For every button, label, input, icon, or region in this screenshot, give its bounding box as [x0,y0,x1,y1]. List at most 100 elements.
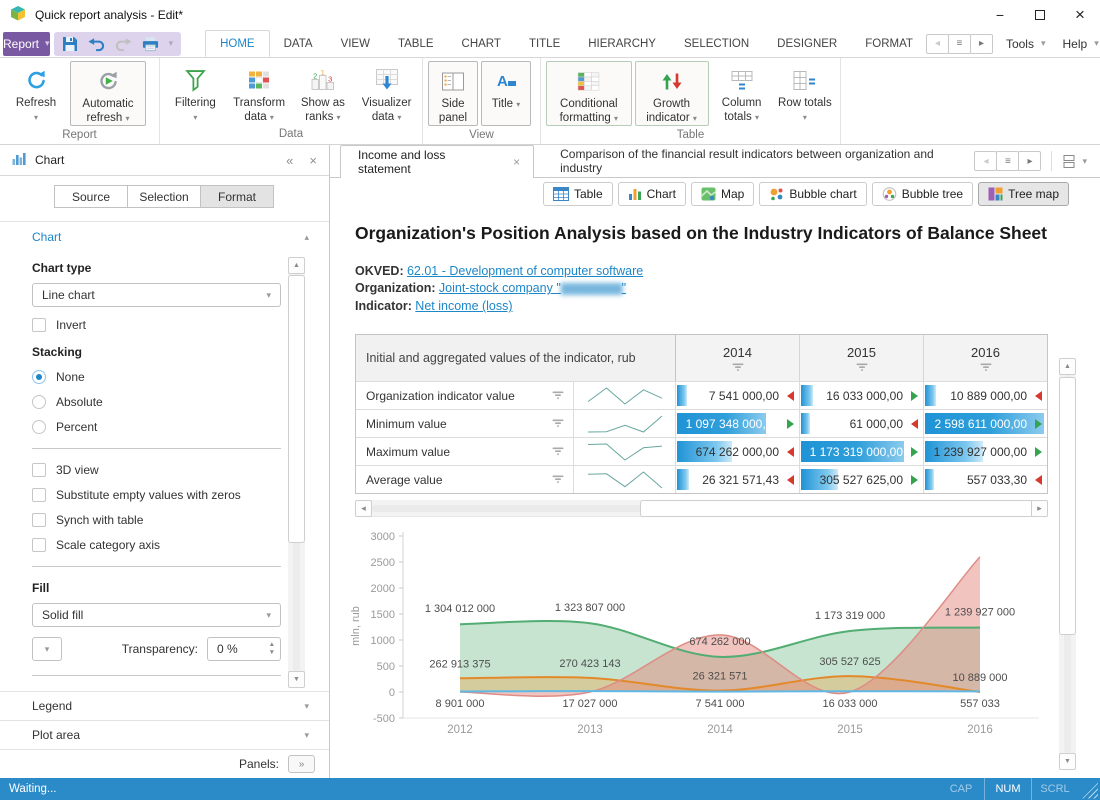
panel-tab-selection[interactable]: Selection [127,185,201,208]
scroll-down-button[interactable]: ▼ [288,671,305,688]
close-panel-icon[interactable]: × [309,153,317,168]
organization-link[interactable]: Joint-stock company "██████████" [439,281,626,295]
scale-category-axis-checkbox[interactable]: Scale category axis [32,538,281,552]
panel-tab-format[interactable]: Format [200,185,274,208]
filtering-button[interactable]: Filtering▾ [165,61,226,125]
fill-color-dropdown[interactable]: ▾ [32,637,62,661]
side-panel-button[interactable]: Side panel [428,61,478,126]
stacking-absolute-radio[interactable]: Absolute [32,395,281,409]
title-button[interactable]: A Title ▾ [481,61,531,126]
minimize-button[interactable]: − [980,0,1020,30]
invert-checkbox[interactable]: Invert [32,318,281,332]
resize-grip[interactable] [1082,783,1098,799]
column-totals-button[interactable]: Column totals ▾ [712,61,772,126]
tab-hierarchy[interactable]: HIERARCHY [574,30,670,57]
tab-designer[interactable]: DESIGNER [763,30,851,57]
refresh-button[interactable]: Refresh▾ [5,61,67,126]
maximize-button[interactable] [1020,0,1060,30]
tab-format[interactable]: FORMAT [851,30,927,57]
scroll-right-button[interactable]: ▸ [1031,500,1048,517]
scroll-up-button[interactable]: ▲ [1059,358,1076,375]
visualizer-data-button[interactable]: Visualizer data ▾ [356,61,417,125]
close-tab-icon[interactable]: × [513,155,520,169]
save-button[interactable] [62,36,78,52]
filter-icon[interactable] [552,419,564,428]
report-menu-button[interactable]: Report ▾ [3,32,50,56]
document-area: Income and loss statement × Comparison o… [330,145,1100,778]
document-scrollbar[interactable]: ▲ ▼ [1059,358,1076,770]
view-bubble-tree-button[interactable]: Bubble tree [872,182,973,206]
transparency-stepper[interactable]: 0 % ▲▼ [207,637,281,661]
table-header-2014[interactable]: 2014 [676,335,800,381]
panel-scrollbar[interactable]: ▲ ▼ [288,257,305,688]
view-table-button[interactable]: Table [543,182,613,206]
tab-home[interactable]: HOME [205,30,270,57]
undo-button[interactable] [88,35,105,52]
view-tree-map-button[interactable]: Tree map [978,182,1069,206]
scrollbar-thumb[interactable] [288,275,305,543]
growth-indicator-button[interactable]: Growth indicator ▾ [635,61,709,126]
stacking-percent-radio[interactable]: Percent [32,420,281,434]
spin-down-icon[interactable]: ▼ [269,649,275,657]
tab-view[interactable]: VIEW [327,30,384,57]
chart-type-select[interactable]: Line chart ▾ [32,283,281,307]
tools-menu[interactable]: Tools▾ [1002,37,1050,51]
tab-table[interactable]: TABLE [384,30,448,57]
nav-menu-button[interactable]: ≡ [948,34,971,54]
tab-nav-menu-button[interactable]: ≡ [996,151,1019,171]
nav-right-button[interactable]: ▸ [970,34,993,54]
doc-tab-comparison[interactable]: Comparison of the financial result indic… [534,145,975,177]
synch-with-table-label: Synch with table [56,513,143,527]
transform-data-button[interactable]: Transform data ▾ [229,61,290,125]
tab-data[interactable]: DATA [270,30,327,57]
collapse-panel-icon[interactable]: « [286,153,293,168]
tab-chart[interactable]: CHART [448,30,515,57]
indicator-link[interactable]: Net income (loss) [415,299,512,313]
print-button[interactable] [142,36,159,52]
scroll-up-button[interactable]: ▲ [288,257,305,274]
section-header-legend[interactable]: Legend▾ [0,691,329,720]
table-header-2016[interactable]: 2016 [924,335,1047,381]
section-header-plot-area[interactable]: Plot area▾ [0,720,329,749]
tab-selection[interactable]: SELECTION [670,30,763,57]
tab-title[interactable]: TITLE [515,30,574,57]
table-header-2015[interactable]: 2015 [800,335,924,381]
help-menu[interactable]: Help▾ [1059,37,1100,51]
substitute-zeros-checkbox[interactable]: Substitute empty values with zeros [32,488,281,502]
redo-button[interactable] [115,35,132,52]
doc-tab-income-and-loss[interactable]: Income and loss statement × [340,145,534,178]
okved-link[interactable]: 62.01 - Development of computer software [407,264,643,278]
3d-view-checkbox[interactable]: 3D view [32,463,281,477]
show-as-ranks-button[interactable]: 213 Show as ranks ▾ [293,61,354,125]
tab-nav-left-button[interactable]: ◂ [974,151,997,171]
view-bubble-chart-button[interactable]: Bubble chart [759,182,866,206]
split-layout-button[interactable]: ▾ [1062,154,1087,169]
spin-up-icon[interactable]: ▲ [269,641,275,649]
view-chart-button[interactable]: Chart [618,182,686,206]
row-totals-button[interactable]: Row totals ▾ [775,61,835,126]
section-header-chart[interactable]: Chart ▴ [0,221,329,252]
filter-icon[interactable] [552,475,564,484]
scrollbar-thumb[interactable] [1059,377,1076,635]
tab-nav-right-button[interactable]: ▸ [1018,151,1041,171]
panel-tab-source[interactable]: Source [54,185,128,208]
synch-with-table-checkbox[interactable]: Synch with table [32,513,281,527]
conditional-formatting-button[interactable]: Conditional formatting ▾ [546,61,632,126]
filter-icon[interactable] [552,447,564,456]
group-label-data: Data [165,125,417,144]
print-dropdown-icon[interactable]: ▾ [169,39,174,48]
scrollbar-thumb[interactable] [640,500,1041,517]
scroll-left-button[interactable]: ◂ [355,500,372,517]
view-map-button[interactable]: Map [691,182,754,206]
close-button[interactable]: × [1060,0,1100,30]
filter-icon[interactable] [552,391,564,400]
nav-left-button[interactable]: ◂ [926,34,949,54]
fill-select[interactable]: Solid fill ▾ [32,603,281,627]
title-label: Title [492,98,513,110]
stacking-none-radio[interactable]: None [32,370,281,384]
panels-expand-button[interactable]: » [288,755,315,773]
automatic-refresh-button[interactable]: Automatic refresh ▾ [70,61,146,126]
nav-left-icon: ◂ [983,156,988,167]
scroll-down-button[interactable]: ▼ [1059,753,1076,770]
horizontal-scrollbar[interactable]: ◂ ▸ [355,500,1048,517]
